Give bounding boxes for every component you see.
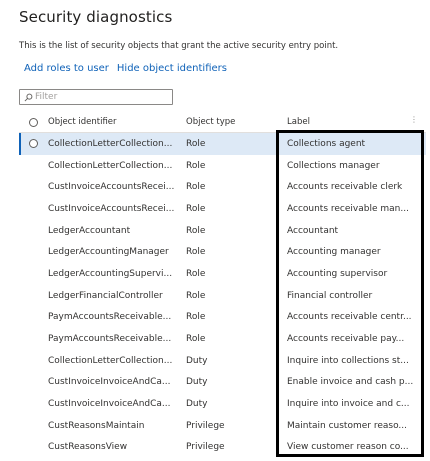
object-identifier-cell: CollectionLetterCollection... xyxy=(48,355,173,366)
row-select-cell[interactable] xyxy=(19,139,48,149)
label-cell: Accountant xyxy=(287,225,339,236)
object-type-cell: Role xyxy=(186,203,206,214)
object-identifier-cell: PaymAccountsReceivable... xyxy=(48,312,172,323)
object-type-cell: Role xyxy=(186,160,206,171)
table-row[interactable]: CustReasonsView Privilege View customer re… xyxy=(19,437,426,459)
object-identifier-cell: CollectionLetterCollection... xyxy=(48,138,173,149)
label-cell: View customer reason co... xyxy=(287,442,409,453)
label-cell: Enable invoice and cash p... xyxy=(287,377,414,388)
table-row[interactable]: PaymAccountsReceivable... Role Accounts re… xyxy=(19,307,426,329)
object-type-cell: Duty xyxy=(186,377,208,388)
object-identifier-cell: LedgerFinancialController xyxy=(48,290,163,301)
table-row[interactable]: CollectionLetterCollection... Role Collect… xyxy=(19,155,426,177)
label-cell: Inquire into collections st... xyxy=(287,355,409,366)
grid-header-row: Object identifier Object type Label ⋮ xyxy=(19,112,426,133)
object-identifier-cell: CustInvoiceInvoiceAndCa... xyxy=(48,377,171,388)
column-header-object-type[interactable]: Object type xyxy=(186,117,287,127)
column-header-label-text: Label xyxy=(287,117,310,127)
security-diagnostics-panel: Security diagnostics This is the list of… xyxy=(0,0,430,461)
select-all-radio[interactable] xyxy=(29,117,38,127)
object-identifier-cell: CustReasonsMaintain xyxy=(48,420,145,431)
column-header-label[interactable]: Label xyxy=(287,117,426,127)
label-cell: Accounts receivable pay... xyxy=(287,334,405,345)
table-row[interactable]: CollectionLetterCollection... Duty Inquire… xyxy=(19,350,426,372)
page-title: Security diagnostics xyxy=(19,8,173,26)
table-row[interactable]: CollectionLetterCollection... Role Collect… xyxy=(19,133,426,155)
add-roles-to-user-button[interactable]: Add roles to user xyxy=(24,63,109,74)
object-identifier-cell: CustInvoiceAccountsRecei... xyxy=(48,203,175,214)
label-cell: Inquire into invoice and c... xyxy=(287,399,410,410)
security-objects-grid: Object identifier Object type Label ⋮ Co… xyxy=(19,112,426,458)
object-type-cell: Role xyxy=(186,247,206,258)
object-type-cell: Role xyxy=(186,312,206,323)
hide-object-identifiers-button[interactable]: Hide object identifiers xyxy=(117,63,227,74)
object-type-cell: Role xyxy=(186,182,206,193)
object-identifier-cell: LedgerAccountingManager xyxy=(48,247,169,258)
label-cell: Accounts receivable clerk xyxy=(287,182,403,193)
action-bar: Add roles to user Hide object identifier… xyxy=(24,63,227,74)
grid-body: CollectionLetterCollection... Role Collect… xyxy=(19,133,426,458)
object-type-cell: Duty xyxy=(186,355,208,366)
object-type-cell: Role xyxy=(186,290,206,301)
object-identifier-cell: CollectionLetterCollection... xyxy=(48,160,173,171)
filter-input[interactable] xyxy=(33,90,165,104)
page-description: This is the list of security objects tha… xyxy=(19,41,339,51)
label-cell: Accounting supervisor xyxy=(287,268,388,279)
object-identifier-cell: CustInvoiceAccountsRecei... xyxy=(48,182,175,193)
label-cell: Accounts receivable centr... xyxy=(287,312,412,323)
object-identifier-cell: CustInvoiceInvoiceAndCa... xyxy=(48,399,171,410)
table-row[interactable]: LedgerAccountingManager Role Accounting ma… xyxy=(19,241,426,263)
label-cell: Accounting manager xyxy=(287,247,381,258)
table-row[interactable]: CustReasonsMaintain Privilege Maintain cus… xyxy=(19,415,426,437)
object-type-cell: Duty xyxy=(186,399,208,410)
select-all-cell[interactable] xyxy=(19,117,48,127)
object-type-cell: Role xyxy=(186,138,206,149)
object-identifier-cell: CustReasonsView xyxy=(48,442,128,453)
filter-box[interactable] xyxy=(19,89,173,105)
label-cell: Financial controller xyxy=(287,290,373,301)
label-cell: Maintain customer reaso... xyxy=(287,420,408,431)
table-row[interactable]: CustInvoiceAccountsRecei... Role Accounts … xyxy=(19,198,426,220)
table-row[interactable]: CustInvoiceAccountsRecei... Role Accounts … xyxy=(19,176,426,198)
object-type-cell: Role xyxy=(186,268,206,279)
column-header-object-identifier[interactable]: Object identifier xyxy=(48,117,186,127)
table-row[interactable]: LedgerAccountant Role Accountant xyxy=(19,220,426,242)
search-icon xyxy=(24,93,33,101)
object-type-cell: Role xyxy=(186,334,206,345)
row-select-radio[interactable] xyxy=(29,139,38,149)
label-cell: Accounts receivable man... xyxy=(287,203,409,214)
object-type-cell: Privilege xyxy=(186,442,225,453)
label-cell: Collections manager xyxy=(287,160,380,171)
object-identifier-cell: LedgerAccountingSupervi... xyxy=(48,268,173,279)
table-row[interactable]: LedgerAccountingSupervi... Role Accounting… xyxy=(19,263,426,285)
object-type-cell: Privilege xyxy=(186,420,225,431)
object-identifier-cell: PaymAccountsReceivable... xyxy=(48,334,172,345)
column-options-icon[interactable]: ⋮ xyxy=(410,115,418,124)
label-cell: Collections agent xyxy=(287,138,366,149)
object-identifier-cell: LedgerAccountant xyxy=(48,225,131,236)
object-type-cell: Role xyxy=(186,225,206,236)
table-row[interactable]: LedgerFinancialController Role Financial c… xyxy=(19,285,426,307)
table-row[interactable]: PaymAccountsReceivable... Role Accounts re… xyxy=(19,328,426,350)
table-row[interactable]: CustInvoiceInvoiceAndCa... Duty Inquire in… xyxy=(19,393,426,415)
table-row[interactable]: CustInvoiceInvoiceAndCa... Duty Enable inv… xyxy=(19,372,426,394)
